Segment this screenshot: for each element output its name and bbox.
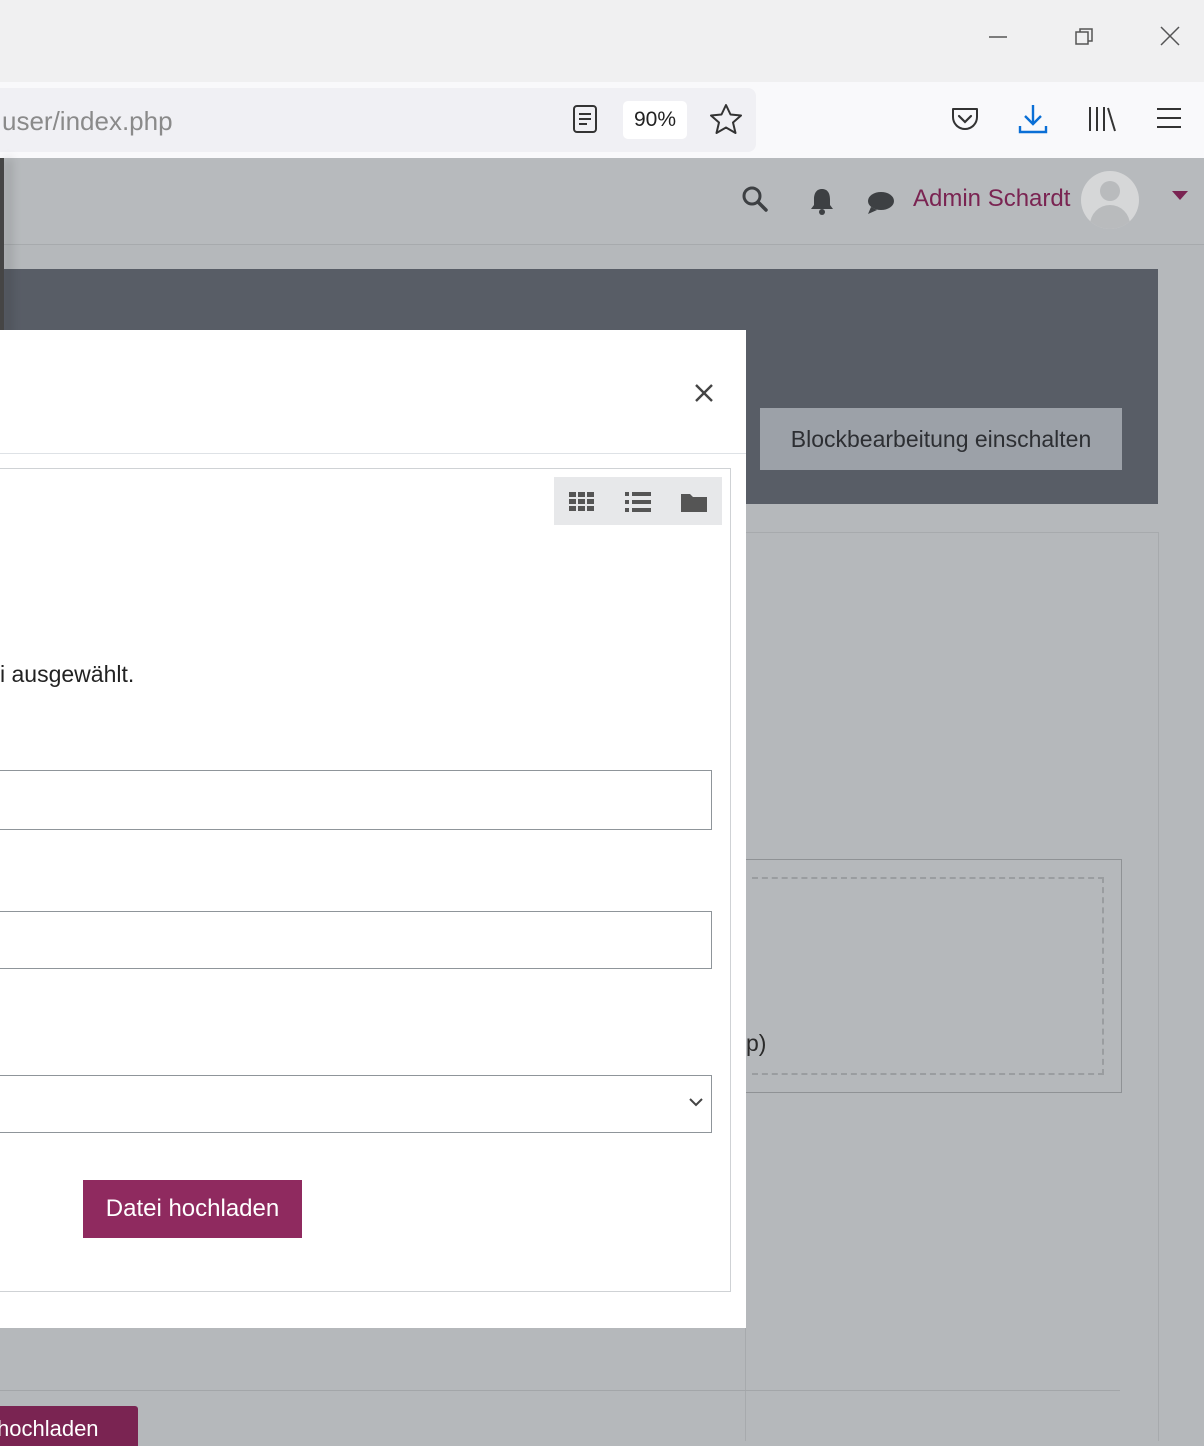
user-menu-caret-icon[interactable] xyxy=(1172,191,1188,200)
file-picker-content xyxy=(0,468,731,1292)
bell-icon[interactable] xyxy=(808,186,836,223)
dropzone-text: p) xyxy=(746,1030,767,1056)
page-upload-button[interactable]: hochladen xyxy=(0,1406,138,1446)
upload-file-button[interactable]: Datei hochladen xyxy=(83,1180,302,1238)
zoom-level[interactable]: 90% xyxy=(623,101,687,139)
reader-view-icon[interactable] xyxy=(572,104,598,141)
bookmark-star-icon[interactable] xyxy=(709,103,743,142)
grid-icon[interactable] xyxy=(554,477,610,525)
folder-icon[interactable] xyxy=(666,477,722,525)
license-select[interactable] xyxy=(0,1075,712,1133)
restore-icon[interactable] xyxy=(1066,22,1102,58)
page-divider xyxy=(0,1390,1120,1391)
close-window-icon[interactable] xyxy=(1152,22,1188,58)
search-icon[interactable] xyxy=(741,185,769,220)
author-input[interactable] xyxy=(0,911,712,969)
download-icon[interactable] xyxy=(1017,102,1049,143)
library-icon[interactable] xyxy=(1086,105,1118,140)
list-icon[interactable] xyxy=(610,477,666,525)
minimize-icon[interactable] xyxy=(980,22,1016,58)
view-mode-toggle xyxy=(554,477,722,525)
modal-header-divider xyxy=(0,453,746,454)
menu-icon[interactable] xyxy=(1155,106,1183,137)
selected-file-status: i ausgewählt. xyxy=(0,661,135,687)
avatar[interactable] xyxy=(1081,171,1139,229)
pocket-icon[interactable] xyxy=(950,105,980,140)
user-menu-name[interactable]: Admin Schardt xyxy=(913,185,1070,213)
block-editing-button[interactable]: Blockbearbeitung einschalten xyxy=(760,408,1122,470)
chat-icon[interactable] xyxy=(866,190,896,223)
dropzone-dashed-area[interactable] xyxy=(752,877,1104,1075)
save-as-input[interactable] xyxy=(0,770,712,830)
close-icon[interactable] xyxy=(688,378,720,410)
browser-titlebar xyxy=(0,0,1204,82)
chevron-down-icon xyxy=(686,1092,706,1112)
url-text: user/index.php xyxy=(2,106,173,136)
